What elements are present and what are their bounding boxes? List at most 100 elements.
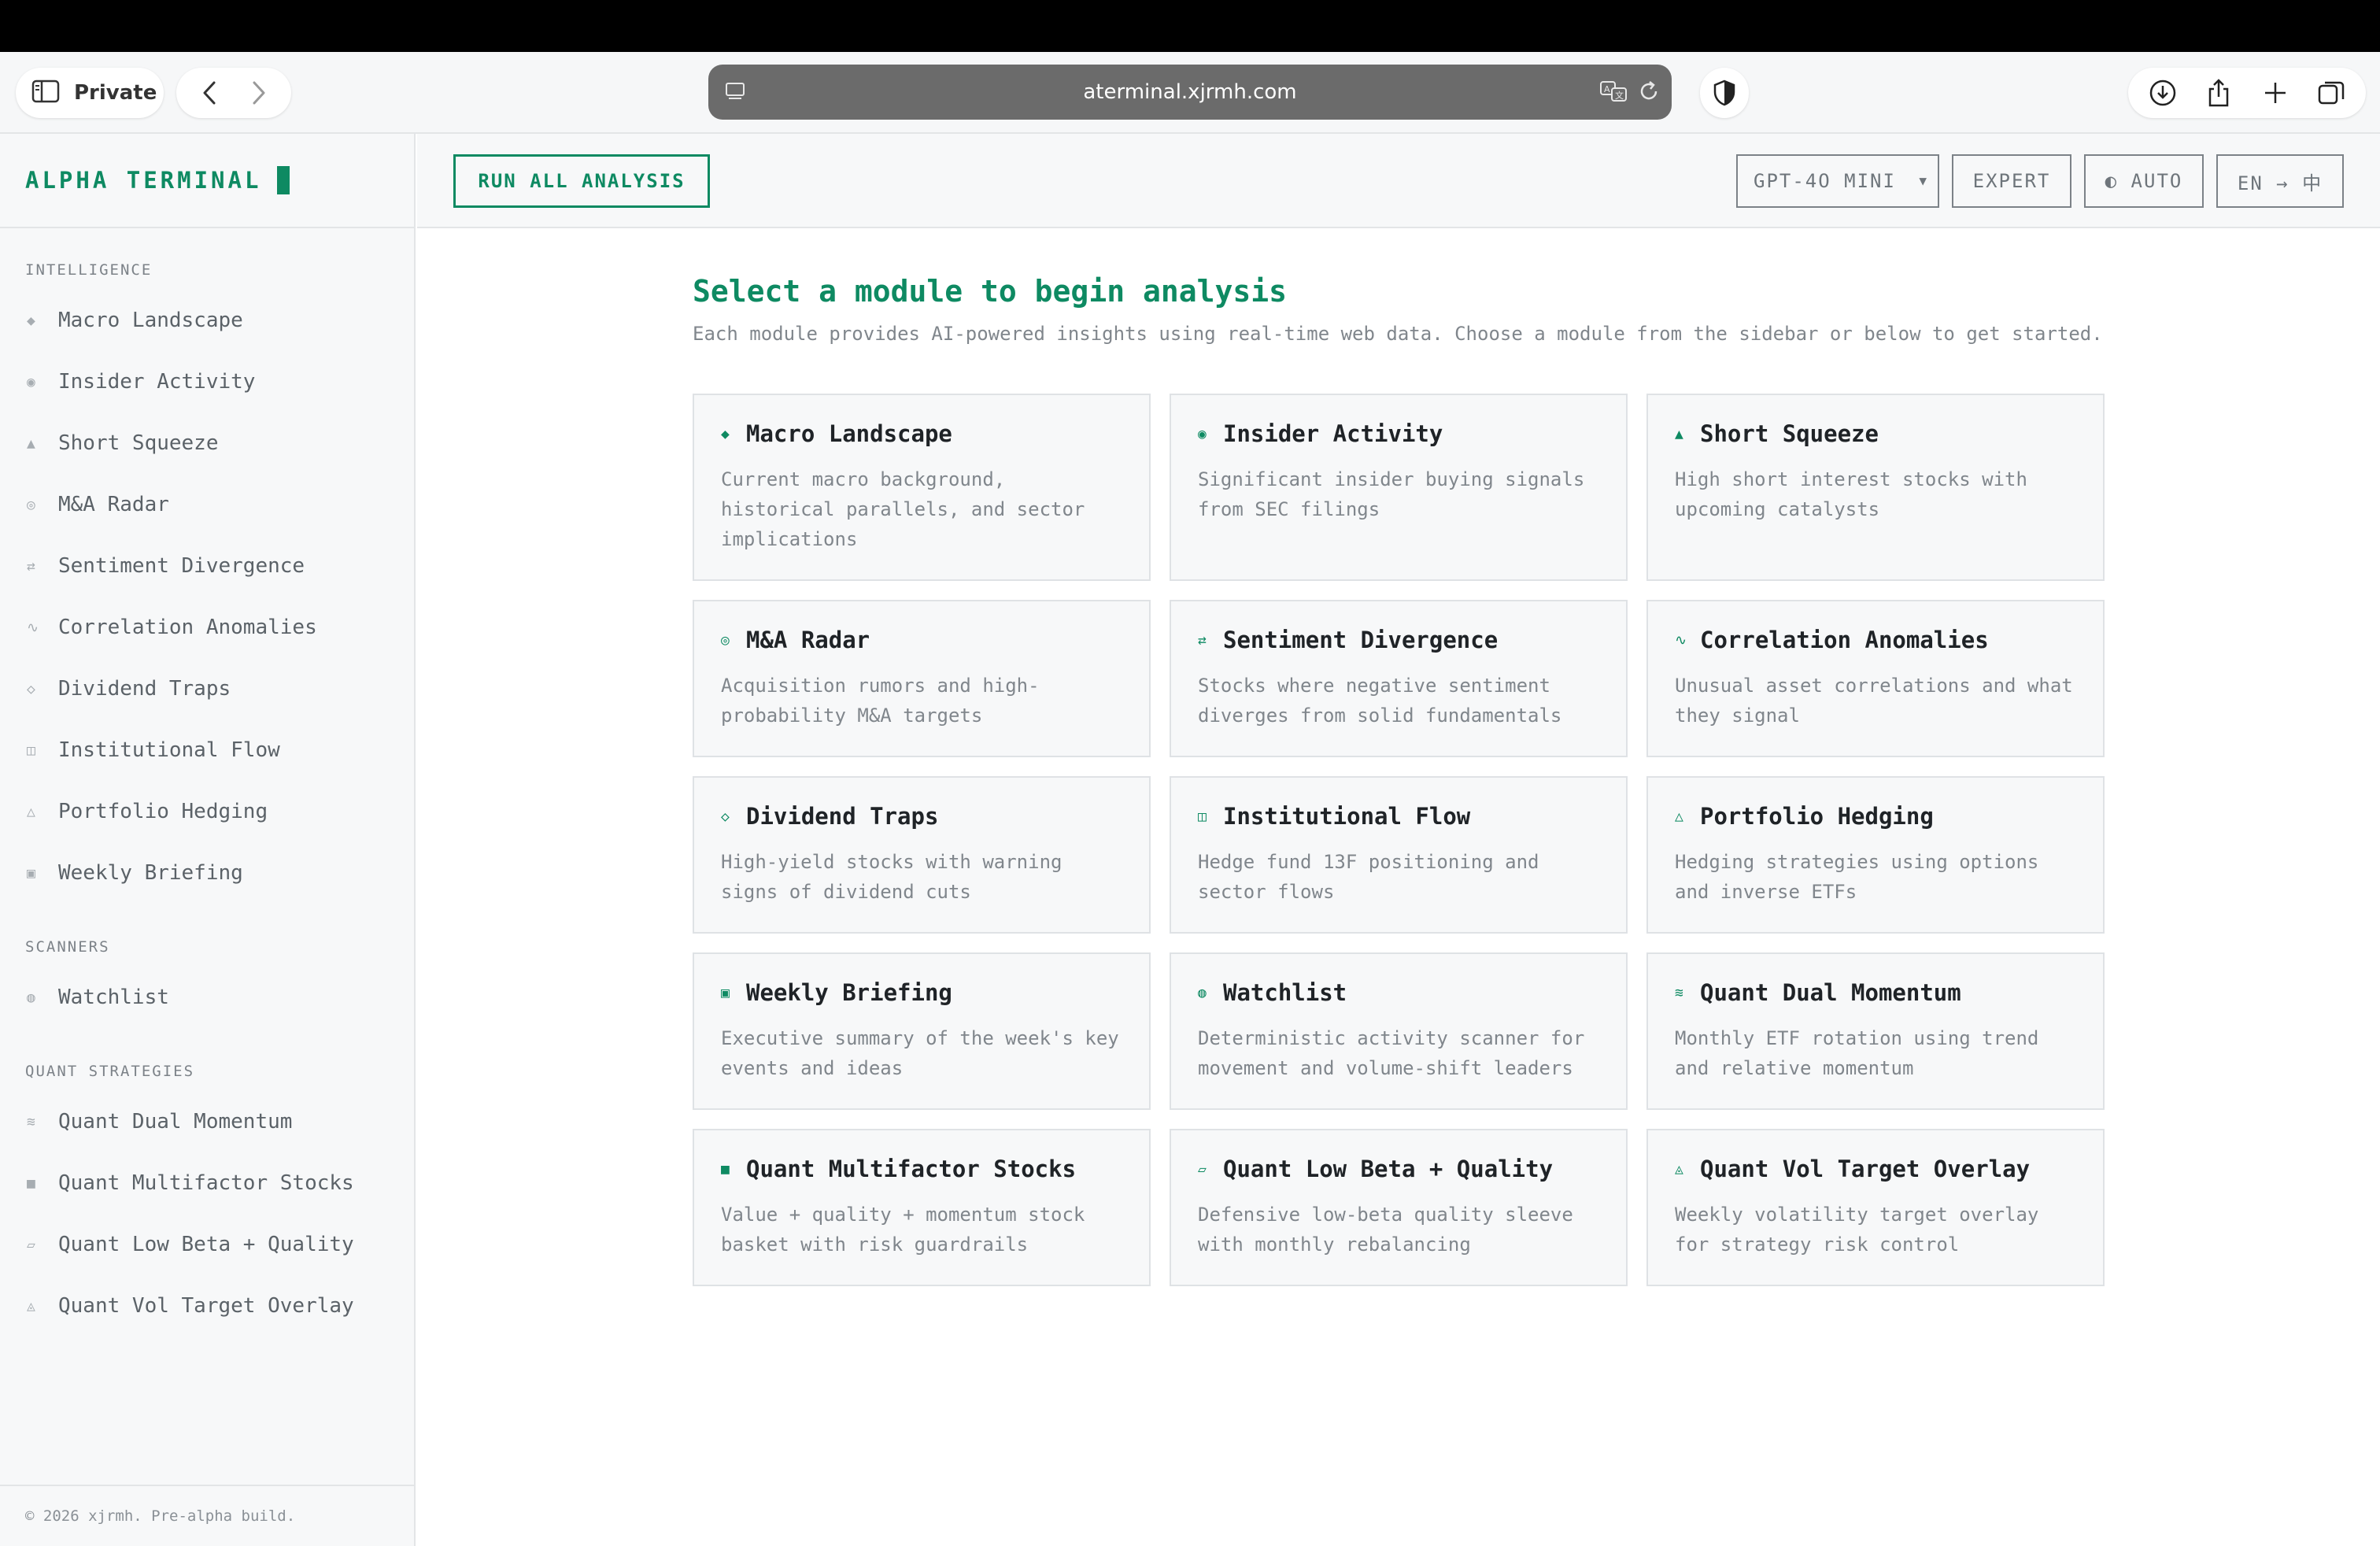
swap-arrows-icon: ⇄ (1198, 631, 1207, 649)
card-title: Quant Dual Momentum (1700, 979, 1961, 1006)
sidebar-item-quant-low-beta-quality[interactable]: ▱ Quant Low Beta + Quality (0, 1214, 414, 1275)
sidebar-item-label: Quant Vol Target Overlay (58, 1294, 354, 1318)
module-card-ma-radar[interactable]: ◎ M&A Radar Acquisition rumors and high-pr… (693, 600, 1151, 757)
radar-icon: ◎ (721, 631, 730, 649)
sidebar-item-label: Quant Dual Momentum (58, 1110, 293, 1134)
sidebar-item-quant-dual-momentum[interactable]: ≋ Quant Dual Momentum (0, 1091, 414, 1152)
theme-toggle-button[interactable]: ◐ AUTO (2084, 154, 2204, 208)
card-title: M&A Radar (746, 627, 870, 653)
module-card-portfolio-hedging[interactable]: △ Portfolio Hedging Hedging strategies usi… (1646, 776, 2105, 934)
sidebar-item-quant-vol-target-overlay[interactable]: ◬ Quant Vol Target Overlay (0, 1275, 414, 1337)
module-card-quant-vol-target-overlay[interactable]: ◬ Quant Vol Target Overlay Weekly volatili… (1646, 1129, 2105, 1286)
sidebar-item-dividend-traps[interactable]: ◇ Dividend Traps (0, 658, 414, 719)
module-card-short-squeeze[interactable]: ▲ Short Squeeze High short interest stocks… (1646, 394, 2105, 581)
url-text: aterminal.xjrmh.com (1083, 80, 1297, 104)
sidebar-item-quant-multifactor-stocks[interactable]: ■ Quant Multifactor Stocks (0, 1152, 414, 1214)
module-card-dividend-traps[interactable]: ◇ Dividend Traps High-yield stocks with wa… (693, 776, 1151, 934)
model-select-value: GPT-4O MINI (1754, 170, 1896, 192)
sidebar-item-ma-radar[interactable]: ◎ M&A Radar (0, 474, 414, 535)
dotted-circle-icon: ◍ (1198, 984, 1207, 1001)
sidebar-item-institutional-flow[interactable]: ◫ Institutional Flow (0, 719, 414, 781)
module-card-macro-landscape[interactable]: ◆ Macro Landscape Current macro background… (693, 394, 1151, 581)
model-select[interactable]: GPT-4O MINI ▼ (1736, 154, 1939, 208)
sidebar-item-label: Dividend Traps (58, 677, 231, 701)
module-card-correlation-anomalies[interactable]: ∿ Correlation Anomalies Unusual asset corr… (1646, 600, 2105, 757)
page-subtitle: Each module provides AI-powered insights… (693, 323, 2103, 345)
card-description: Monthly ETF rotation using trend and rel… (1675, 1027, 2039, 1079)
language-toggle-button[interactable]: EN → 中 (2216, 154, 2344, 208)
module-card-sentiment-divergence[interactable]: ⇄ Sentiment Divergence Stocks where negati… (1170, 600, 1628, 757)
card-description: Current macro background, historical par… (721, 468, 1085, 550)
card-title: Portfolio Hedging (1700, 803, 1934, 830)
reload-icon[interactable] (1637, 79, 1661, 107)
svg-text:文: 文 (1615, 90, 1624, 101)
card-description: Hedge fund 13F positioning and sector fl… (1198, 851, 1539, 903)
card-title: Sentiment Divergence (1223, 627, 1499, 653)
address-bar[interactable]: aterminal.xjrmh.com A文 (708, 65, 1672, 120)
card-description: Acquisition rumors and high-probability … (721, 675, 1040, 727)
card-title: Watchlist (1223, 979, 1347, 1006)
square-icon: ■ (27, 1174, 35, 1192)
back-button[interactable] (188, 72, 231, 114)
plus-icon (2264, 83, 2286, 103)
columns-icon: ◫ (1198, 808, 1207, 825)
download-button[interactable] (2141, 71, 2185, 115)
section-title-quant-strategies: QUANT STRATEGIES (25, 1063, 195, 1080)
module-card-quant-dual-momentum[interactable]: ≋ Quant Dual Momentum Monthly ETF rotation… (1646, 952, 2105, 1110)
diamond-icon: ◆ (27, 312, 35, 329)
sidebar-item-label: Short Squeeze (58, 431, 219, 455)
card-title: Macro Landscape (746, 420, 952, 447)
page-menu-icon[interactable] (724, 80, 746, 105)
card-title: Quant Low Beta + Quality (1223, 1156, 1554, 1182)
page-title: Select a module to begin analysis (693, 274, 1287, 309)
sidebar-item-insider-activity[interactable]: ◉ Insider Activity (0, 351, 414, 412)
forward-button[interactable] (238, 72, 280, 114)
svg-text:A: A (1604, 84, 1610, 94)
module-card-quant-multifactor-stocks[interactable]: ■ Quant Multifactor Stocks Value + quality… (693, 1129, 1151, 1286)
sidebar-item-portfolio-hedging[interactable]: △ Portfolio Hedging (0, 781, 414, 842)
chevron-right-icon (253, 81, 264, 105)
columns-icon: ◫ (27, 742, 35, 759)
expert-mode-button[interactable]: EXPERT (1952, 154, 2071, 208)
private-label: Private (74, 81, 157, 105)
sidebar-item-short-squeeze[interactable]: ▲ Short Squeeze (0, 412, 414, 474)
share-button[interactable] (2197, 71, 2241, 115)
brand-logo-text: ALPHA TERMINAL (25, 167, 262, 194)
sidebar-item-label: Sentiment Divergence (58, 554, 305, 578)
download-icon (2149, 80, 2175, 106)
module-card-weekly-briefing[interactable]: ▣ Weekly Briefing Executive summary of the… (693, 952, 1151, 1110)
translate-icon[interactable]: A文 (1599, 79, 1629, 107)
square-dot-icon: ▣ (721, 984, 730, 1001)
diamond-outline-icon: ◇ (27, 680, 35, 697)
module-card-insider-activity[interactable]: ◉ Insider Activity Significant insider buy… (1170, 394, 1628, 581)
triangle-outline-icon: △ (27, 803, 35, 820)
triangle-outline-icon: △ (1675, 808, 1683, 825)
card-title: Short Squeeze (1700, 420, 1879, 447)
triple-wave-icon: ≋ (1675, 984, 1683, 1001)
navigation-buttons (176, 68, 291, 118)
card-title: Weekly Briefing (746, 979, 952, 1006)
card-description: Value + quality + momentum stock basket … (721, 1204, 1085, 1256)
main-content: Select a module to begin analysis Each m… (693, 274, 2109, 1286)
module-card-institutional-flow[interactable]: ◫ Institutional Flow Hedge fund 13F positi… (1170, 776, 1628, 934)
wave-icon: ∿ (27, 619, 39, 636)
new-tab-button[interactable] (2253, 71, 2297, 115)
sidebar-item-sentiment-divergence[interactable]: ⇄ Sentiment Divergence (0, 535, 414, 597)
private-tab-button[interactable]: Private (16, 68, 164, 118)
tab-overview-button[interactable] (2309, 71, 2353, 115)
square-icon: ■ (721, 1160, 730, 1178)
sidebar-item-macro-landscape[interactable]: ◆ Macro Landscape (0, 290, 414, 351)
sidebar-item-weekly-briefing[interactable]: ▣ Weekly Briefing (0, 842, 414, 904)
module-card-watchlist[interactable]: ◍ Watchlist Deterministic activity scanner… (1170, 952, 1628, 1110)
tabs-icon (2319, 81, 2345, 105)
sidebar-item-correlation-anomalies[interactable]: ∿ Correlation Anomalies (0, 597, 414, 658)
sidebar-item-watchlist[interactable]: ◍ Watchlist (0, 967, 414, 1028)
privacy-shield-button[interactable] (1700, 68, 1749, 118)
card-description: High-yield stocks with warning signs of … (721, 851, 1062, 903)
module-card-quant-low-beta-quality[interactable]: ▱ Quant Low Beta + Quality Defensive low-b… (1170, 1129, 1628, 1286)
warning-triangle-icon: ◬ (27, 1297, 35, 1315)
brand-header: ALPHA TERMINAL (0, 134, 414, 228)
card-title: Quant Vol Target Overlay (1700, 1156, 2031, 1182)
sidebar-footer: © 2026 xjrmh. Pre-alpha build. (0, 1485, 416, 1546)
run-all-analysis-button[interactable]: RUN ALL ANALYSIS (453, 154, 710, 208)
